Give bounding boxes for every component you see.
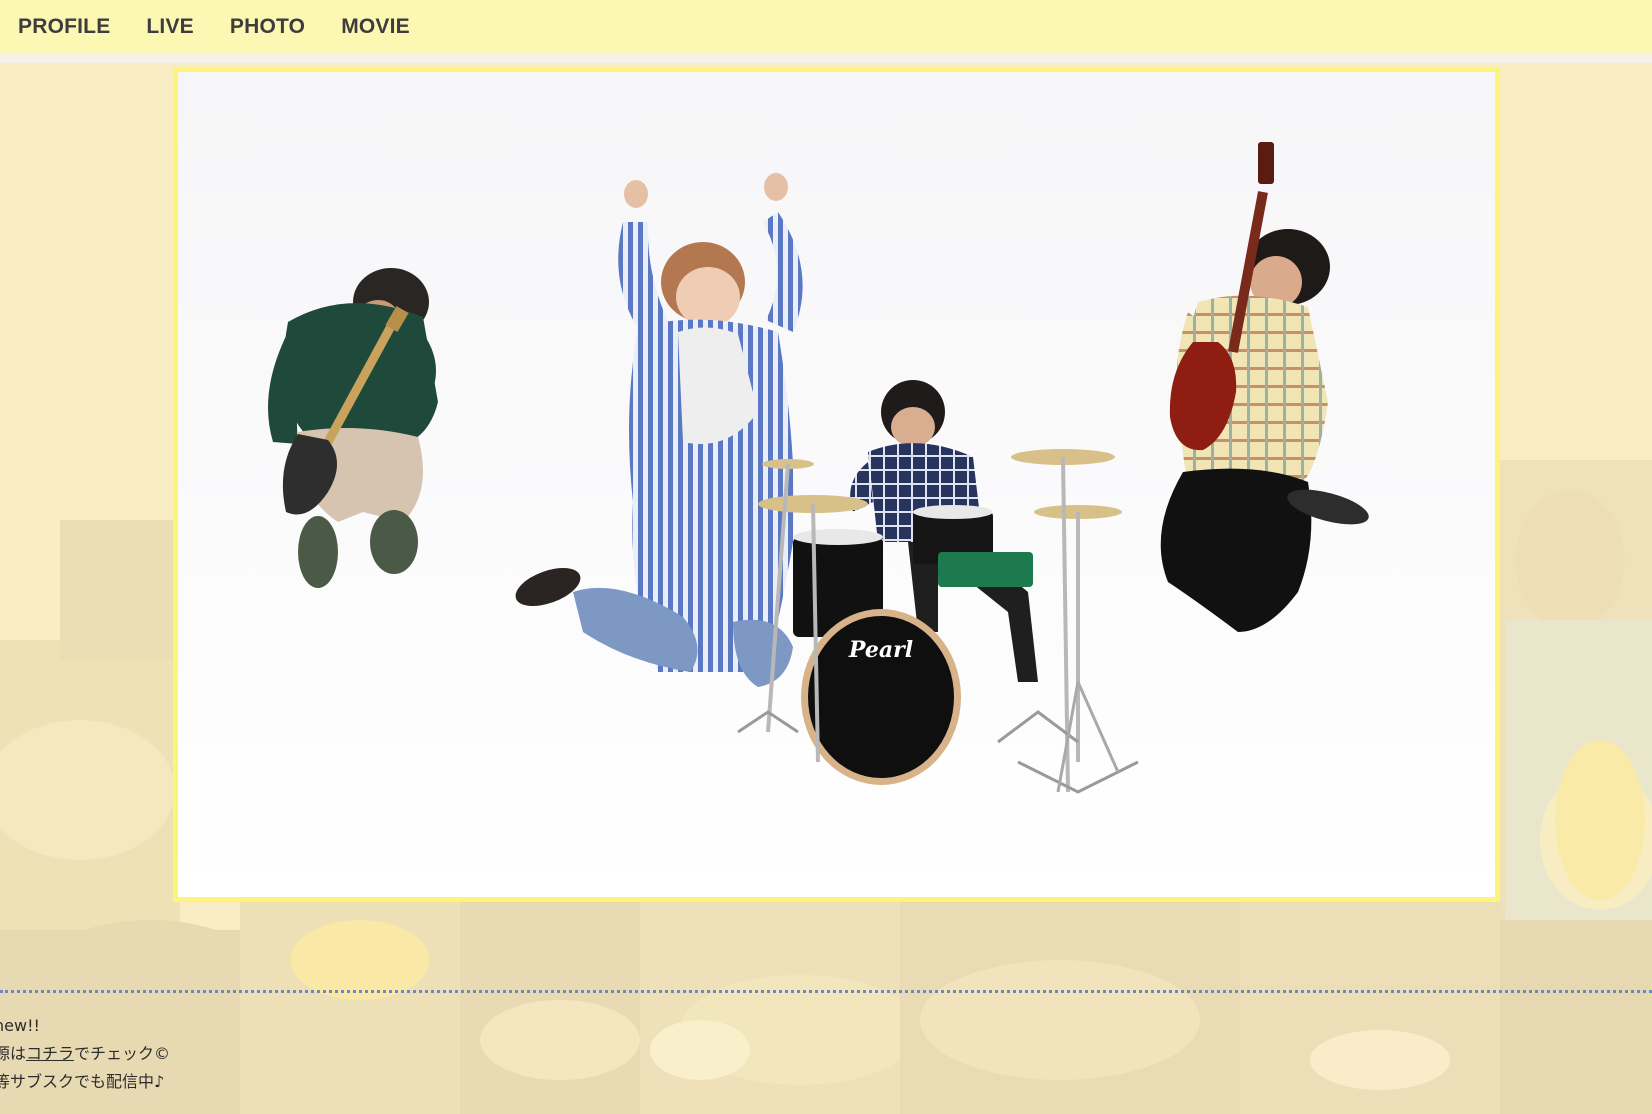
nav-item-movie[interactable]: MOVIE <box>341 15 410 39</box>
news-line-2-suffix: でチェック© <box>74 1044 171 1063</box>
news-line-2-prefix: 源は <box>0 1044 27 1063</box>
news-line-1: new!! <box>0 1016 40 1035</box>
nav-item-profile[interactable]: PROFILE <box>18 15 110 39</box>
nav-menu: PROFILE LIVE PHOTO MOVIE <box>0 0 1652 54</box>
news-line-2: 源はコチラでチェック© <box>0 1040 170 1068</box>
nav-bottom-strip <box>0 54 1652 63</box>
drum-brand-logo: Pearl <box>848 637 913 663</box>
nav-item-photo[interactable]: PHOTO <box>230 15 305 39</box>
section-divider <box>0 990 1652 993</box>
hero-band-photo: Pearl <box>173 67 1500 902</box>
news-line-3: 等サブスクでも配信中♪ <box>0 1072 165 1091</box>
news-link-here[interactable]: コチラ <box>26 1044 74 1063</box>
nav-item-live[interactable]: LIVE <box>146 15 193 39</box>
news-section: new!! 源はコチラでチェック© 等サブスクでも配信中♪ <box>0 1012 170 1096</box>
top-navigation: PROFILE LIVE PHOTO MOVIE <box>0 0 1652 54</box>
